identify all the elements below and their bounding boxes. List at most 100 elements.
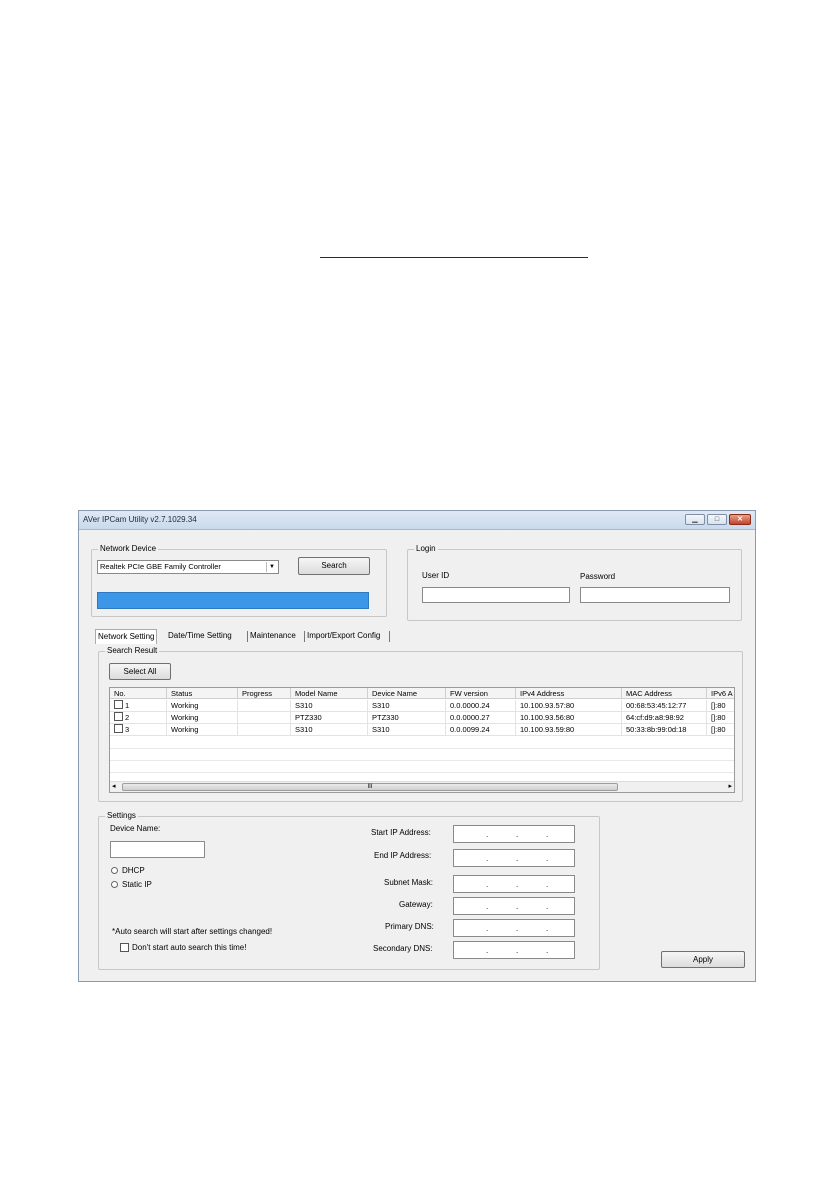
device-name-label: Device Name: (110, 824, 161, 833)
minimize-button[interactable]: ▁ (685, 514, 705, 525)
adapter-dropdown[interactable]: Realtek PCIe GBE Family Controller ▼ (97, 560, 279, 574)
model-name-cell: PTZ330 (291, 712, 368, 724)
subnet-mask-label: Subnet Mask: (384, 878, 433, 887)
device-name-cell: S310 (368, 724, 446, 736)
row-number-cell: 2 (110, 712, 167, 724)
column-header-no[interactable]: No. (110, 688, 167, 699)
network-device-legend: Network Device (98, 544, 159, 553)
dhcp-radio[interactable] (111, 867, 118, 874)
scroll-grip-icon: III (367, 784, 373, 790)
ipv6-cell: []:80 (707, 724, 734, 736)
row-checkbox[interactable] (114, 724, 123, 733)
mac-cell: 50:33:8b:99:0d:18 (622, 724, 707, 736)
column-header-model-name[interactable]: Model Name (291, 688, 368, 699)
search-result-legend: Search Result (105, 646, 160, 655)
row-number-cell: 1 (110, 700, 167, 712)
ip-dot: . (546, 830, 549, 839)
settings-legend: Settings (105, 811, 138, 820)
window-title: AVer IPCam Utility v2.7.1029.34 (83, 515, 197, 524)
ip-dot: . (546, 854, 549, 863)
ip-dot: . (486, 924, 489, 933)
title-bar: AVer IPCam Utility v2.7.1029.34 ▁ □ ✕ (79, 511, 755, 530)
column-header-status[interactable]: Status (167, 688, 238, 699)
ip-dot: . (486, 854, 489, 863)
mac-cell: 64:cf:d9:a8:98:92 (622, 712, 707, 724)
ip-dot: . (546, 946, 549, 955)
login-legend: Login (414, 544, 438, 553)
ip-dot: . (516, 946, 519, 955)
ip-dot: . (486, 902, 489, 911)
progress-cell (238, 724, 291, 736)
maximize-button[interactable]: □ (707, 514, 727, 525)
tab-network-setting[interactable]: Network Setting (95, 629, 158, 644)
network-device-group: Network Device Realtek PCIe GBE Family C… (91, 544, 387, 617)
model-name-cell: S310 (291, 724, 368, 736)
secondary-dns-input[interactable]: ... (453, 941, 575, 959)
tab-import-export-config[interactable]: Import/Export Config (307, 629, 380, 643)
ipv6-cell: []:80 (707, 700, 734, 712)
close-button[interactable]: ✕ (729, 514, 751, 525)
ip-dot: . (516, 830, 519, 839)
dont-start-label: Don't start auto search this time! (132, 943, 247, 952)
ip-dot: . (486, 946, 489, 955)
column-header-fw-version[interactable]: FW version (446, 688, 516, 699)
scroll-right-icon[interactable]: ▸ (728, 782, 732, 790)
select-all-button[interactable]: Select All (109, 663, 171, 680)
tab-date-time-setting[interactable]: Date/Time Setting (168, 629, 232, 643)
subnet-mask-input[interactable]: ... (453, 875, 575, 893)
user-id-label: User ID (422, 571, 450, 580)
gateway-input[interactable]: ... (453, 897, 575, 915)
ip-dot: . (486, 830, 489, 839)
scroll-left-icon[interactable]: ◂ (112, 782, 116, 790)
status-cell: Working (167, 712, 238, 724)
ipv4-cell: 10.100.93.57:80 (516, 700, 622, 712)
progress-cell (238, 712, 291, 724)
app-window: AVer IPCam Utility v2.7.1029.34 ▁ □ ✕ Ne… (78, 510, 756, 982)
table-row[interactable]: 3 Working S310 S310 0.0.0099.24 10.100.9… (110, 724, 734, 736)
user-id-input[interactable] (422, 587, 570, 603)
start-ip-input[interactable]: ... (453, 825, 575, 843)
static-ip-label: Static IP (122, 880, 152, 889)
ip-dot: . (516, 880, 519, 889)
row-checkbox[interactable] (114, 700, 123, 709)
ip-dot: . (516, 854, 519, 863)
end-ip-input[interactable]: ... (453, 849, 575, 867)
static-ip-radio[interactable] (111, 881, 118, 888)
model-name-cell: S310 (291, 700, 368, 712)
status-cell: Working (167, 700, 238, 712)
row-checkbox[interactable] (114, 712, 123, 721)
column-header-ipv4-address[interactable]: IPv4 Address (516, 688, 622, 699)
column-header-mac-address[interactable]: MAC Address (622, 688, 707, 699)
end-ip-label: End IP Address: (374, 851, 432, 860)
password-label: Password (580, 572, 616, 581)
mac-cell: 00:68:53:45:12:77 (622, 700, 707, 712)
chevron-down-icon[interactable]: ▼ (266, 562, 277, 572)
fw-version-cell: 0.0.0000.27 (446, 712, 516, 724)
tab-separator (389, 631, 390, 642)
device-name-input[interactable] (110, 841, 205, 858)
dhcp-label: DHCP (122, 866, 145, 875)
apply-button[interactable]: Apply (661, 951, 745, 968)
search-button[interactable]: Search (298, 557, 370, 575)
table-row[interactable]: 2 Working PTZ330 PTZ330 0.0.0000.27 10.1… (110, 712, 734, 724)
ip-dot: . (546, 880, 549, 889)
password-input[interactable] (580, 587, 730, 603)
search-result-table: No. Status Progress Model Name Device Na… (109, 687, 735, 793)
column-header-progress[interactable]: Progress (238, 688, 291, 699)
table-row[interactable]: 1 Working S310 S310 0.0.0000.24 10.100.9… (110, 700, 734, 712)
scroll-thumb[interactable]: III (122, 783, 618, 791)
ip-dot: . (486, 880, 489, 889)
dont-start-checkbox[interactable] (120, 943, 129, 952)
hyperlink-underline (320, 257, 588, 258)
column-header-ipv6-address[interactable]: IPv6 A (707, 688, 734, 699)
column-header-device-name[interactable]: Device Name (368, 688, 446, 699)
horizontal-scrollbar[interactable]: ◂ III ▸ (110, 781, 734, 792)
primary-dns-input[interactable]: ... (453, 919, 575, 937)
ipv6-cell: []:80 (707, 712, 734, 724)
ip-dot: . (516, 902, 519, 911)
tab-maintenance[interactable]: Maintenance (250, 629, 296, 643)
tab-separator (247, 631, 248, 642)
ip-dot: . (546, 902, 549, 911)
login-group: Login User ID Password (407, 544, 742, 621)
search-progress-bar (97, 592, 369, 609)
